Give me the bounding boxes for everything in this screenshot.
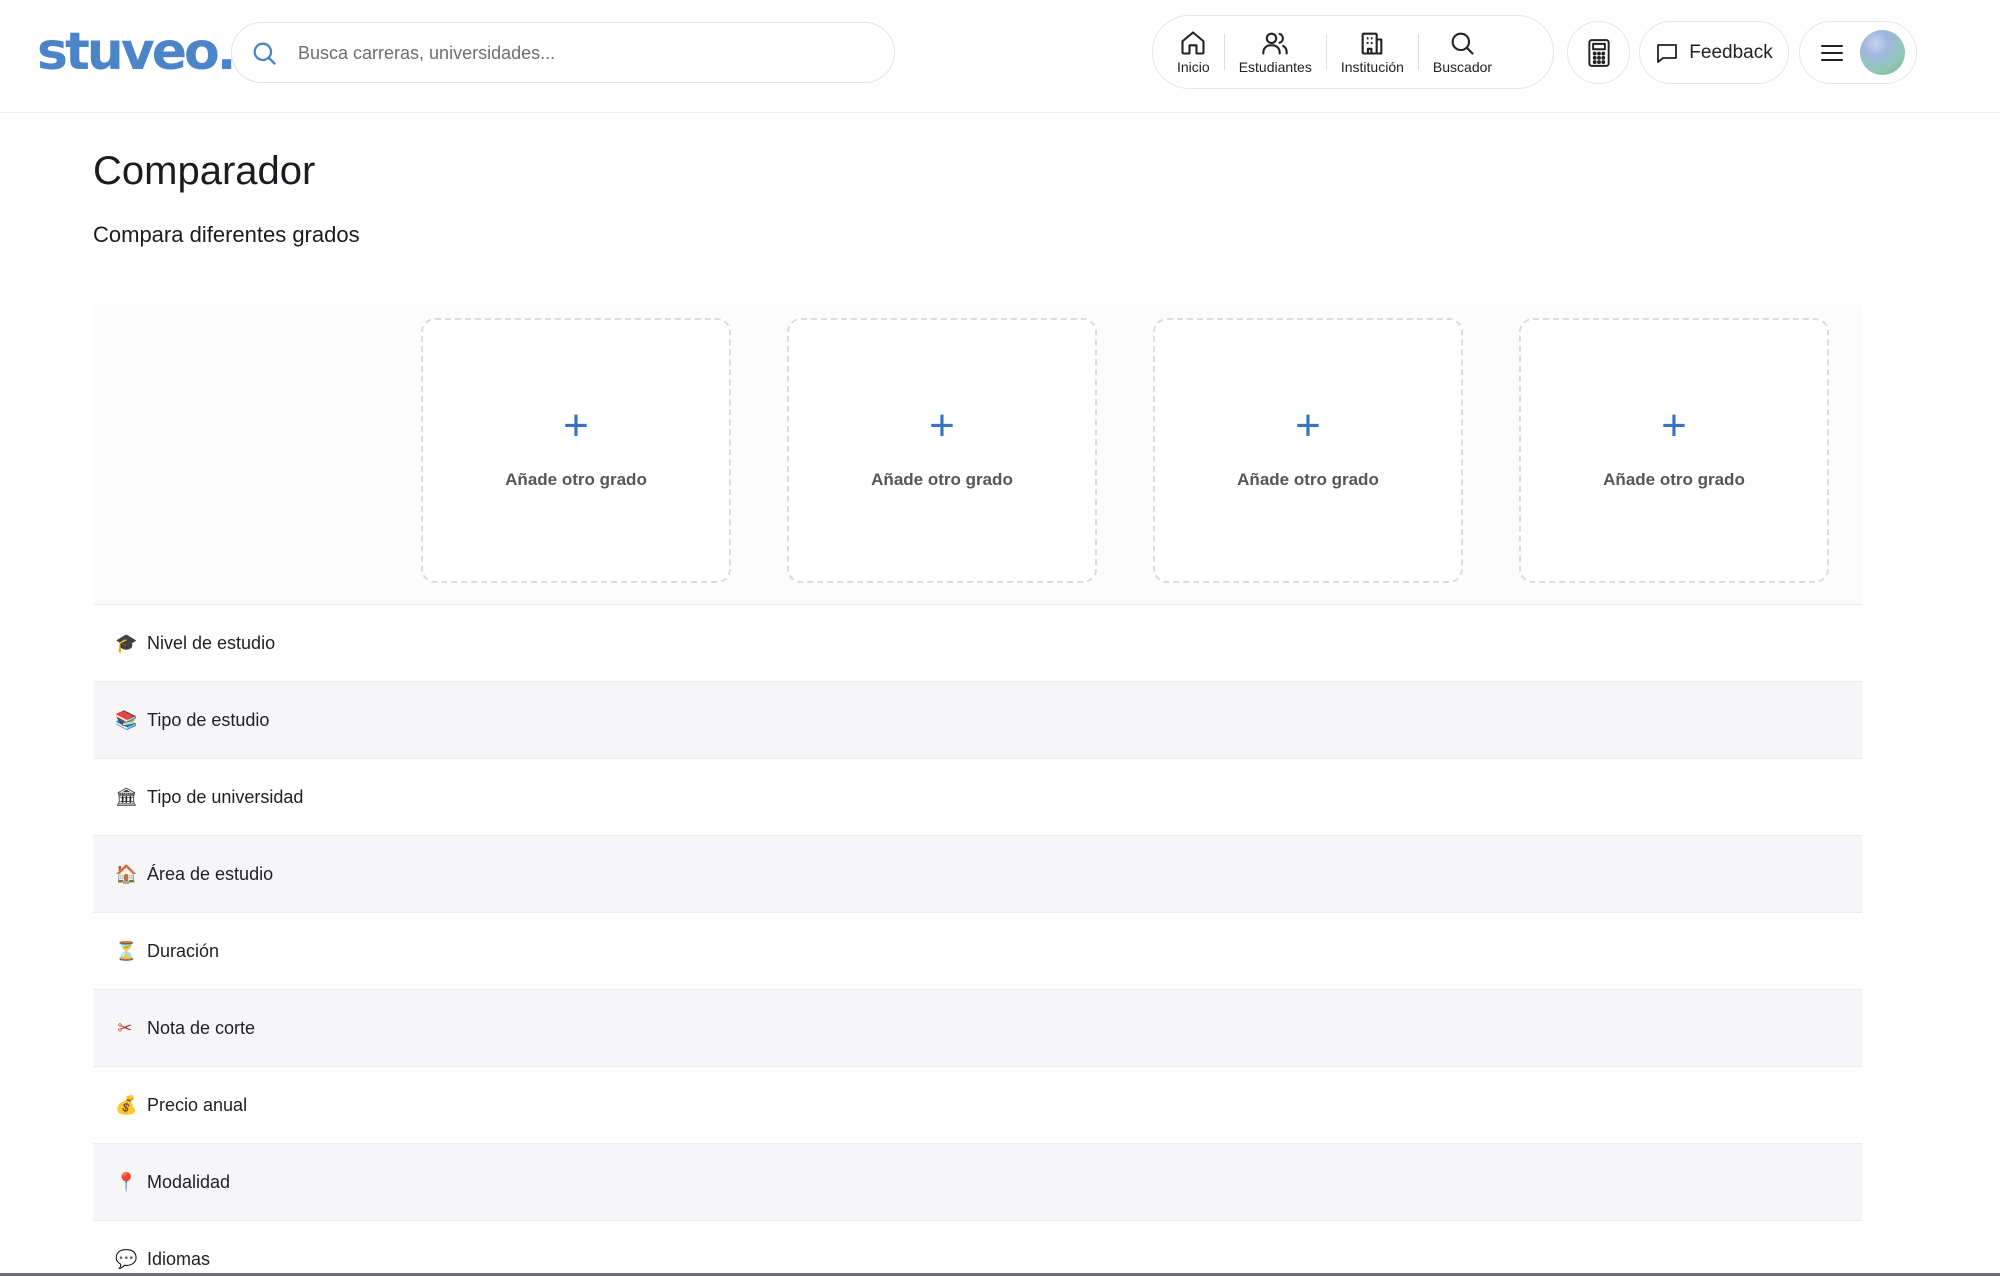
search-icon bbox=[1452, 32, 1475, 55]
calculator-button[interactable] bbox=[1567, 21, 1630, 84]
graduation-cap-icon: 🎓 bbox=[115, 632, 138, 653]
speech-bubble-icon: 💬 bbox=[115, 1248, 138, 1269]
row-label: Duración bbox=[147, 940, 220, 961]
page-title: Comparador bbox=[93, 149, 316, 193]
money-bag-icon: 💰 bbox=[115, 1094, 138, 1115]
nav-divider bbox=[1223, 34, 1225, 70]
add-degree-slot-2[interactable]: + Añade otro grado bbox=[787, 318, 1097, 583]
row-label: Área de estudio bbox=[147, 863, 274, 884]
nav-divider bbox=[1417, 34, 1419, 70]
add-degree-slot-4[interactable]: + Añade otro grado bbox=[1519, 318, 1829, 583]
nav-item-label: Estudiantes bbox=[1238, 59, 1312, 75]
row-label: Tipo de universidad bbox=[147, 786, 304, 807]
row-label: Idiomas bbox=[147, 1248, 211, 1269]
nav-item-label: Inicio bbox=[1177, 59, 1210, 75]
main-nav: Inicio Estudiantes Institución Buscador bbox=[1152, 15, 1554, 89]
search-icon bbox=[253, 42, 276, 65]
row-label: Tipo de estudio bbox=[147, 709, 270, 730]
add-degree-label: Añade otro grado bbox=[505, 469, 647, 489]
nav-item-institucion[interactable]: Institución bbox=[1331, 22, 1414, 82]
feedback-button[interactable]: Feedback bbox=[1639, 21, 1789, 84]
search-bar[interactable] bbox=[231, 22, 895, 83]
add-degree-label: Añade otro grado bbox=[871, 469, 1013, 489]
home-icon bbox=[1181, 31, 1205, 55]
nav-item-label: Buscador bbox=[1432, 59, 1493, 75]
nav-divider bbox=[1325, 34, 1327, 70]
hamburger-icon bbox=[1821, 44, 1843, 61]
add-degree-label: Añade otro grado bbox=[1603, 469, 1745, 489]
row-idiomas: 💬 Idiomas bbox=[93, 1221, 1862, 1276]
row-label: Precio anual bbox=[147, 1094, 248, 1115]
comparison-slots: + Añade otro grado + Añade otro grado + … bbox=[93, 305, 1862, 605]
house-icon: 🏠 bbox=[115, 863, 138, 884]
books-icon: 📚 bbox=[115, 709, 138, 730]
plus-icon: + bbox=[1295, 400, 1321, 450]
plus-icon: + bbox=[563, 400, 589, 450]
building-icon bbox=[1361, 32, 1383, 55]
feedback-label: Feedback bbox=[1689, 41, 1773, 63]
comparison-table: + Añade otro grado + Añade otro grado + … bbox=[93, 305, 1862, 1276]
top-header: stuveo. Inicio Estudiantes bbox=[0, 0, 2000, 113]
row-precio-anual: 💰 Precio anual bbox=[93, 1067, 1862, 1144]
user-menu-button[interactable] bbox=[1799, 21, 1917, 84]
row-tipo-de-estudio: 📚 Tipo de estudio bbox=[93, 682, 1862, 759]
add-degree-slot-1[interactable]: + Añade otro grado bbox=[421, 318, 731, 583]
plus-icon: + bbox=[929, 400, 955, 450]
row-label: Nota de corte bbox=[147, 1017, 256, 1038]
page-subtitle: Compara diferentes grados bbox=[93, 222, 360, 247]
location-pin-icon: 📍 bbox=[115, 1171, 138, 1192]
row-tipo-de-universidad: 🏛 Tipo de universidad bbox=[93, 759, 1862, 836]
add-degree-label: Añade otro grado bbox=[1237, 469, 1379, 489]
row-label: Nivel de estudio bbox=[147, 632, 276, 653]
row-modalidad: 📍 Modalidad bbox=[93, 1144, 1862, 1221]
row-nota-de-corte: ✂ Nota de corte bbox=[93, 990, 1862, 1067]
row-nivel-de-estudio: 🎓 Nivel de estudio bbox=[93, 605, 1862, 682]
stuveo-logo[interactable]: stuveo. bbox=[37, 22, 236, 82]
chat-icon bbox=[1657, 43, 1678, 63]
institution-icon: 🏛 bbox=[115, 786, 138, 807]
row-area-de-estudio: 🏠 Área de estudio bbox=[93, 836, 1862, 913]
scissors-icon: ✂ bbox=[117, 1017, 133, 1038]
row-duracion: ⏳ Duración bbox=[93, 913, 1862, 990]
calculator-icon bbox=[1587, 38, 1610, 67]
row-label: Modalidad bbox=[147, 1171, 231, 1192]
hourglass-icon: ⏳ bbox=[115, 940, 138, 961]
avatar bbox=[1860, 30, 1905, 75]
nav-item-inicio[interactable]: Inicio bbox=[1167, 22, 1220, 82]
nav-item-estudiantes[interactable]: Estudiantes bbox=[1229, 22, 1322, 82]
plus-icon: + bbox=[1661, 400, 1687, 450]
add-degree-slot-3[interactable]: + Añade otro grado bbox=[1153, 318, 1463, 583]
nav-item-buscador[interactable]: Buscador bbox=[1423, 22, 1502, 82]
nav-item-label: Institución bbox=[1340, 59, 1404, 75]
search-input[interactable] bbox=[298, 35, 858, 71]
users-icon bbox=[1262, 32, 1288, 55]
